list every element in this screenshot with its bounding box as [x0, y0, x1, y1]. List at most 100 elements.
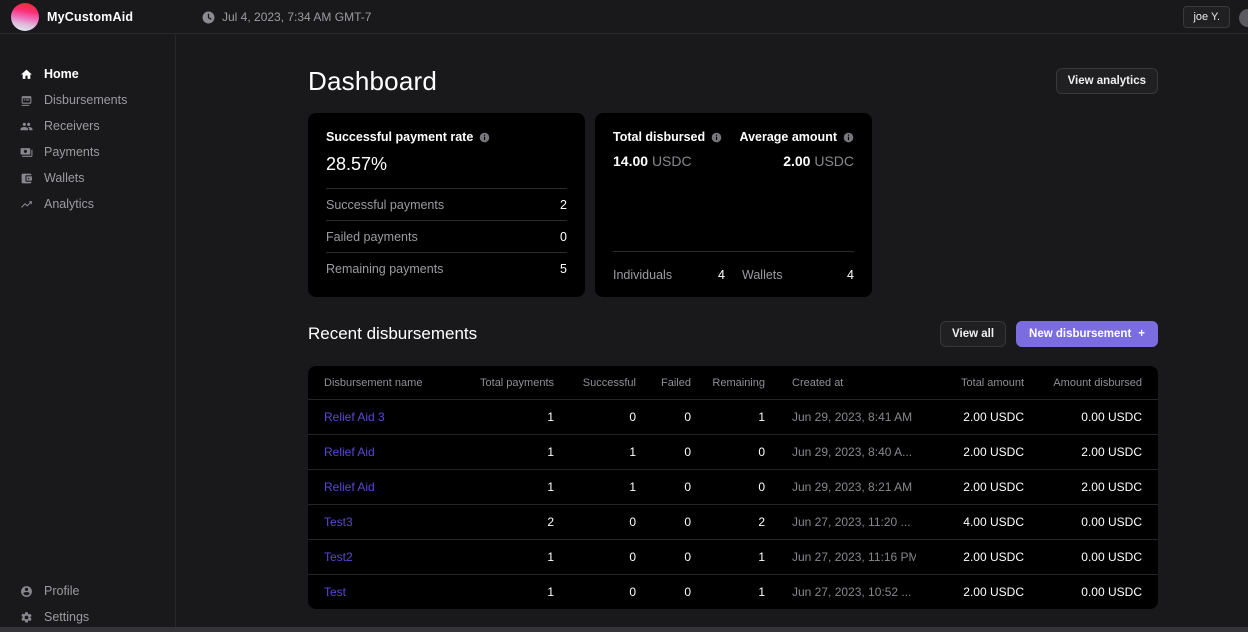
plus-icon: + — [1138, 328, 1145, 340]
cell-amount-disbursed: 0.00 USDC — [1024, 585, 1142, 599]
sidebar-item-label: Payments — [44, 145, 100, 159]
cell-remaining: 2 — [691, 515, 765, 529]
cell-failed: 0 — [636, 445, 691, 459]
col-header-successful: Successful — [554, 377, 636, 389]
cell-failed: 0 — [636, 480, 691, 494]
table-row: Test 1 0 0 1 Jun 27, 2023, 10:52 ... 2.0… — [308, 574, 1158, 609]
cell-created-at: Jun 29, 2023, 8:40 A... — [765, 445, 916, 459]
sidebar-item-profile[interactable]: Profile — [0, 578, 175, 604]
cell-remaining: 0 — [691, 445, 765, 459]
col-header-failed: Failed — [636, 377, 691, 389]
payments-icon — [20, 146, 33, 159]
cell-successful: 1 — [554, 445, 636, 459]
stat-value: 0 — [560, 230, 567, 244]
cell-amount-disbursed: 2.00 USDC — [1024, 480, 1142, 494]
average-amount-value: 2.00 USDC — [740, 153, 854, 169]
col-header-disbursement-name: Disbursement name — [324, 377, 470, 389]
view-analytics-button[interactable]: View analytics — [1056, 68, 1158, 94]
view-all-button[interactable]: View all — [940, 321, 1006, 347]
col-header-created-at: Created at — [765, 377, 916, 389]
pair-value: 4 — [718, 268, 725, 282]
total-disbursed-value: 14.00 USDC — [613, 153, 722, 169]
table-row: Relief Aid 1 1 0 0 Jun 29, 2023, 8:21 AM… — [308, 469, 1158, 504]
table-row: Relief Aid 1 1 0 0 Jun 29, 2023, 8:40 A.… — [308, 434, 1158, 469]
avatar[interactable] — [1239, 9, 1248, 27]
cell-amount-disbursed: 0.00 USDC — [1024, 410, 1142, 424]
new-disbursement-button[interactable]: New disbursement + — [1016, 321, 1158, 347]
cell-amount-disbursed: 0.00 USDC — [1024, 515, 1142, 529]
wallets-pair: Wallets 4 — [742, 268, 854, 282]
main-content: Dashboard View analytics Successful paym… — [177, 35, 1248, 627]
info-icon[interactable] — [479, 132, 490, 143]
receivers-icon — [20, 120, 33, 133]
settings-icon — [20, 611, 33, 624]
disbursement-link[interactable]: Test2 — [324, 550, 353, 564]
cell-amount-disbursed: 0.00 USDC — [1024, 550, 1142, 564]
disbursement-link[interactable]: Relief Aid 3 — [324, 410, 385, 424]
payment-rate-value: 28.57% — [326, 154, 567, 175]
cell-successful: 0 — [554, 410, 636, 424]
table-row: Test2 1 0 0 1 Jun 27, 2023, 11:16 PM 2.0… — [308, 539, 1158, 574]
cell-total-amount: 2.00 USDC — [916, 480, 1024, 494]
disbursement-link[interactable]: Relief Aid — [324, 480, 375, 494]
sidebar-item-home[interactable]: Home — [0, 61, 175, 87]
sidebar-item-analytics[interactable]: Analytics — [0, 191, 175, 217]
sidebar-item-disbursements[interactable]: Disbursements — [0, 87, 175, 113]
app-logo — [11, 3, 39, 31]
col-header-total-amount: Total amount — [916, 377, 1024, 389]
payment-rate-card: Successful payment rate 28.57% Successfu… — [308, 113, 585, 297]
cell-created-at: Jun 29, 2023, 8:41 AM — [765, 410, 916, 424]
clock-icon — [202, 11, 215, 24]
topbar: MyCustomAid Jul 4, 2023, 7:34 AM GMT-7 j… — [0, 0, 1248, 34]
payment-rate-title: Successful payment rate — [326, 130, 473, 144]
cell-total-payments: 1 — [470, 410, 554, 424]
sidebar-item-label: Receivers — [44, 119, 100, 133]
user-menu-button[interactable]: joe Y. — [1183, 6, 1230, 28]
stat-row-failed: Failed payments 0 — [326, 220, 567, 252]
stat-label: Remaining payments — [326, 262, 443, 276]
amounts-card: Total disbursed 14.00 USDC Average am — [595, 113, 872, 297]
recent-disbursements-title: Recent disbursements — [308, 324, 477, 344]
stat-value: 5 — [560, 262, 567, 276]
sidebar-item-wallets[interactable]: Wallets — [0, 165, 175, 191]
cell-created-at: Jun 27, 2023, 10:52 ... — [765, 585, 916, 599]
sidebar-item-receivers[interactable]: Receivers — [0, 113, 175, 139]
cell-total-amount: 2.00 USDC — [916, 585, 1024, 599]
col-header-remaining: Remaining — [691, 377, 765, 389]
cell-successful: 0 — [554, 550, 636, 564]
info-icon[interactable] — [711, 132, 722, 143]
amount-unit: USDC — [814, 153, 854, 169]
cell-total-payments: 1 — [470, 445, 554, 459]
pair-value: 4 — [847, 268, 854, 282]
cell-remaining: 1 — [691, 410, 765, 424]
sidebar-item-label: Wallets — [44, 171, 85, 185]
page-title: Dashboard — [308, 66, 437, 97]
home-icon — [20, 68, 33, 81]
sidebar-item-label: Settings — [44, 610, 89, 624]
datetime-text: Jul 4, 2023, 7:34 AM GMT-7 — [222, 10, 371, 24]
disbursement-link[interactable]: Test3 — [324, 515, 353, 529]
pair-label: Wallets — [742, 268, 783, 282]
info-icon[interactable] — [843, 132, 854, 143]
disbursement-link[interactable]: Relief Aid — [324, 445, 375, 459]
cell-total-payments: 1 — [470, 585, 554, 599]
sidebar-item-label: Profile — [44, 584, 79, 598]
disbursements-table: Disbursement name Total payments Success… — [308, 366, 1158, 609]
brand-name: MyCustomAid — [47, 0, 133, 34]
cell-failed: 0 — [636, 410, 691, 424]
cell-total-payments: 1 — [470, 480, 554, 494]
cell-failed: 0 — [636, 515, 691, 529]
stat-row-remaining: Remaining payments 5 — [326, 252, 567, 284]
amount-number: 2.00 — [783, 153, 810, 169]
wallets-icon — [20, 172, 33, 185]
new-disbursement-label: New disbursement — [1029, 328, 1131, 340]
cell-successful: 0 — [554, 585, 636, 599]
cell-failed: 0 — [636, 585, 691, 599]
col-header-amount-disbursed: Amount disbursed — [1024, 377, 1142, 389]
sidebar-item-payments[interactable]: Payments — [0, 139, 175, 165]
stat-label: Successful payments — [326, 198, 444, 212]
cell-created-at: Jun 27, 2023, 11:20 ... — [765, 515, 916, 529]
amount-unit: USDC — [652, 153, 692, 169]
cell-failed: 0 — [636, 550, 691, 564]
disbursement-link[interactable]: Test — [324, 585, 346, 599]
